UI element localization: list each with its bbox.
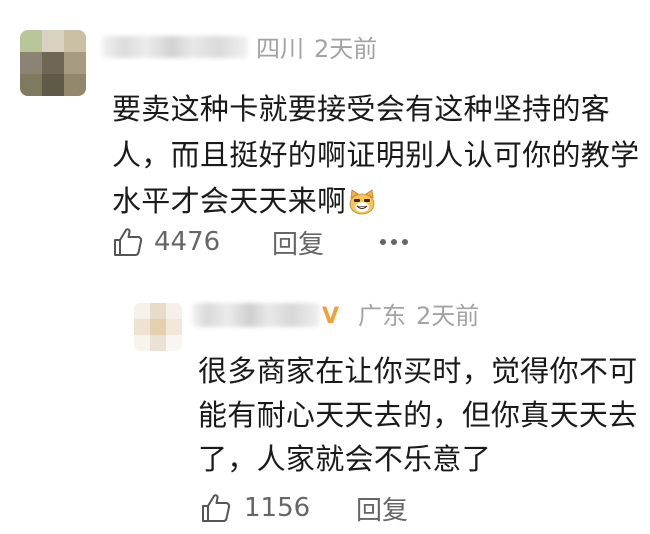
comment-text-line: 人，而且挺好的啊证明别人认可你的教学 — [112, 138, 640, 172]
reply-text: 很多商家在让你买时，觉得你不可 能有耐心天天去的，但你真天天去 了，人家就会不乐… — [198, 349, 638, 481]
reply-text-line: 很多商家在让你买时，觉得你不可 — [198, 354, 638, 388]
avatar-mosaic — [150, 303, 166, 319]
reply-actions: 1156 回复 — [200, 488, 408, 528]
avatar-mosaic — [134, 335, 150, 351]
avatar-mosaic — [42, 52, 64, 74]
reply-button[interactable]: 回复 — [356, 490, 408, 527]
avatar-mosaic — [166, 319, 182, 335]
reply-button[interactable]: 回复 — [272, 224, 378, 261]
comment-text-line: 要卖这种卡就要接受会有这种坚持的客 — [112, 92, 611, 126]
like-count[interactable]: 1156 — [244, 493, 356, 523]
avatar-mosaic — [150, 319, 166, 335]
reply-time: 2天前 — [416, 302, 480, 330]
avatar-mosaic — [20, 52, 42, 74]
thumbs-up-icon[interactable] — [200, 492, 232, 524]
replier-name-blurred[interactable] — [192, 303, 320, 327]
avatar-mosaic — [64, 30, 86, 52]
comment-text: 要卖这种卡就要接受会有这种坚持的客 人，而且挺好的啊证明别人认可你的教学 水平才… — [112, 86, 640, 224]
reply-text-line: 能有耐心天天去的，但你真天天去 — [198, 398, 638, 432]
comment-text-line: 水平才会天天来啊 — [112, 178, 622, 224]
reply-meta: 广东 2天前 — [358, 300, 489, 332]
vip-badge: V — [322, 304, 340, 329]
avatar-mosaic — [64, 74, 86, 96]
commenter-avatar[interactable] — [20, 30, 86, 96]
reply-text-line: 了，人家就会不乐意了 — [198, 442, 492, 476]
avatar-mosaic — [150, 335, 166, 351]
avatar-mosaic — [20, 30, 42, 52]
avatar-mosaic — [42, 30, 64, 52]
thumbs-up-icon[interactable] — [112, 226, 144, 258]
comment-location: 四川 — [256, 35, 304, 63]
like-count[interactable]: 4476 — [154, 227, 272, 257]
avatar-mosaic — [134, 319, 150, 335]
comment-time: 2天前 — [314, 35, 378, 63]
comment-actions: 4476 回复 — [112, 222, 410, 262]
avatar-mosaic — [42, 74, 64, 96]
replier-avatar[interactable] — [134, 303, 182, 351]
commenter-name-blurred[interactable] — [102, 36, 248, 58]
reply-location: 广东 — [358, 302, 406, 330]
grinning-cat-face-icon — [350, 189, 375, 215]
avatar-mosaic — [64, 52, 86, 74]
avatar-mosaic — [20, 74, 42, 96]
more-dots-icon[interactable] — [378, 237, 410, 247]
avatar-mosaic — [166, 303, 182, 319]
comment-meta: 四川 2天前 — [256, 33, 387, 65]
avatar-mosaic — [166, 335, 182, 351]
avatar-mosaic — [134, 303, 150, 319]
comment-text-line-content: 水平才会天天来啊 — [112, 184, 347, 218]
